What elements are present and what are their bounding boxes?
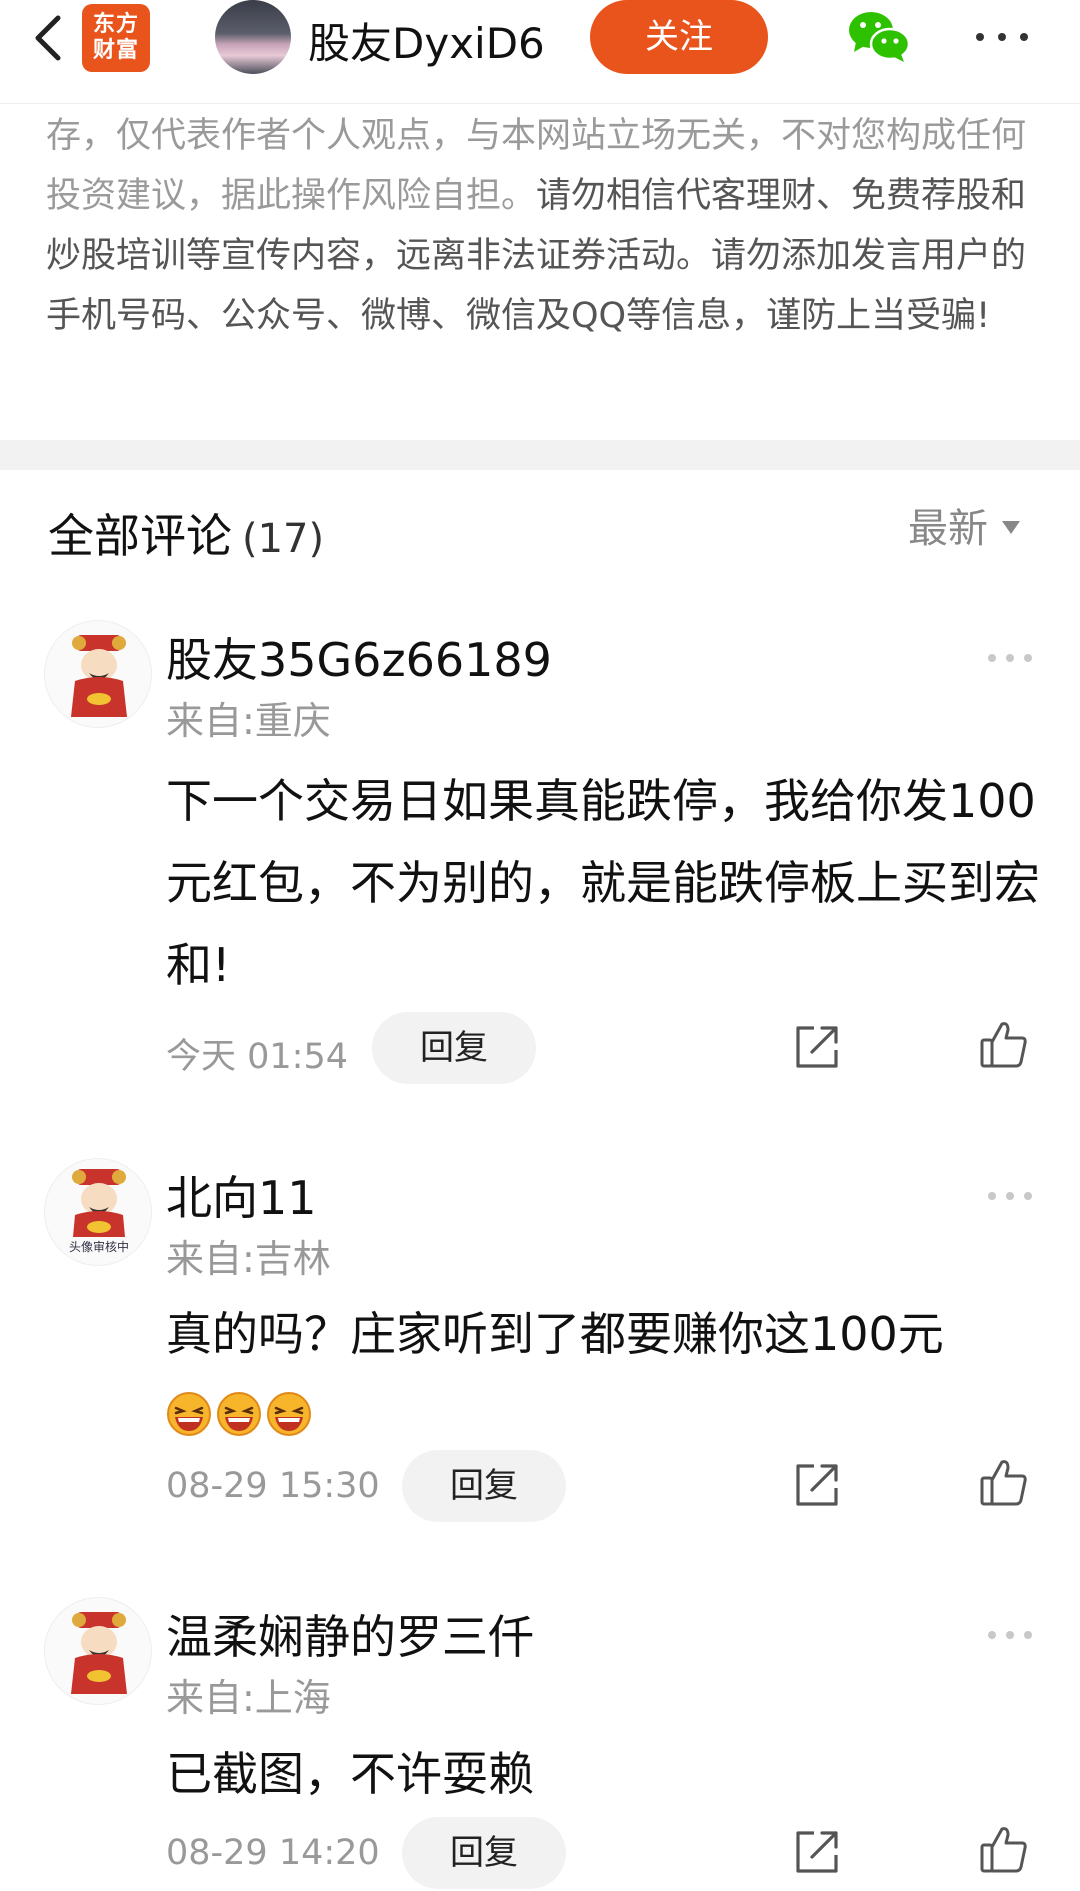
more-dot-icon [1006, 1192, 1014, 1200]
comment-author[interactable]: 股友35G6z66189 [166, 624, 552, 690]
comment-text: 下一个交易日如果真能跌停，我给你发100元红包，不为别的，就是能跌停板上买到宏和… [166, 774, 1040, 992]
comment-meta: 今天 01:54 回复 [166, 1012, 1046, 1086]
comment-author[interactable]: 温柔娴静的罗三仟 [166, 1601, 534, 1667]
comment-author[interactable]: 北向11 [166, 1162, 317, 1228]
avatar[interactable] [44, 1597, 152, 1705]
more-options-button[interactable] [972, 16, 1032, 56]
share-icon [796, 1831, 838, 1873]
like-button[interactable] [978, 1823, 1030, 1875]
reply-button[interactable]: 回复 [402, 1817, 566, 1889]
back-button[interactable] [18, 8, 78, 68]
caishen-avatar-icon [71, 1612, 127, 1694]
comment-location: 来自:上海 [166, 1676, 331, 1720]
more-dot-icon [988, 1631, 996, 1639]
author-avatar[interactable] [215, 0, 291, 74]
more-dot-icon [976, 33, 984, 41]
comment-item: 头像审核中 北向11 来自:吉林 真的吗？庄家听到了都要赚你这100元 08-2… [0, 1158, 1080, 1538]
comment-meta: 08-29 14:20 回复 [166, 1817, 1046, 1891]
comment-time: 今天 01:54 [166, 1037, 348, 1077]
more-dot-icon [1024, 1192, 1032, 1200]
wechat-icon [849, 12, 911, 62]
more-dot-icon [988, 1192, 996, 1200]
reply-button[interactable]: 回复 [372, 1012, 536, 1084]
share-button[interactable] [792, 1460, 842, 1510]
top-bar: 东方 财富 股友DyxiD6 关注 [0, 0, 1080, 104]
comment-time: 08-29 15:30 [166, 1466, 380, 1506]
comment-more-button[interactable] [986, 1627, 1034, 1643]
share-button[interactable] [792, 1827, 842, 1877]
comment-meta: 08-29 15:30 回复 [166, 1450, 1046, 1524]
wechat-share-button[interactable] [846, 8, 912, 64]
comment-time: 08-29 14:20 [166, 1833, 380, 1873]
sort-dropdown[interactable]: 最新 [908, 496, 1020, 554]
section-divider [0, 440, 1080, 470]
comment-text: 真的吗？庄家听到了都要赚你这100元 [166, 1296, 1046, 1448]
like-button[interactable] [978, 1456, 1030, 1508]
thumbs-up-icon [980, 1022, 1027, 1068]
app-logo[interactable]: 东方 财富 [82, 4, 150, 72]
more-dot-icon [998, 33, 1006, 41]
more-dot-icon [1024, 654, 1032, 662]
comment-more-button[interactable] [986, 1188, 1034, 1204]
more-dot-icon [1024, 1631, 1032, 1639]
follow-button[interactable]: 关注 [590, 0, 768, 74]
comment-location: 来自:吉林 [166, 1237, 331, 1281]
author-name[interactable]: 股友DyxiD6 [308, 10, 545, 71]
more-dot-icon [1020, 33, 1028, 41]
thumbs-up-icon [980, 1827, 1027, 1873]
caret-down-icon [1002, 520, 1020, 534]
laughing-emoji-icon [217, 1391, 261, 1436]
reply-button[interactable]: 回复 [402, 1450, 566, 1522]
laughing-emoji-icon [267, 1391, 311, 1436]
comments-count: (17) [242, 516, 325, 562]
more-dot-icon [988, 654, 996, 662]
avatar[interactable]: 头像审核中 [44, 1158, 152, 1266]
risk-disclaimer: 存，仅代表作者个人观点，与本网站立场无关，不对您构成任何投资建议，据此操作风险自… [46, 106, 1036, 346]
avatar[interactable] [44, 620, 152, 728]
laughing-emoji-icon [167, 1391, 211, 1436]
emoji-row [166, 1372, 1046, 1448]
more-dot-icon [1006, 654, 1014, 662]
caishen-avatar-icon [71, 635, 127, 717]
comment-text-body: 真的吗？庄家听到了都要赚你这100元 [166, 1307, 944, 1361]
more-dot-icon [1006, 1631, 1014, 1639]
comment-text: 已截图，不许耍赖 [166, 1747, 534, 1801]
avatar-caption: 头像审核中 [69, 1239, 129, 1254]
comment-more-button[interactable] [986, 650, 1034, 666]
comments-title: 全部评论 (17) [48, 509, 325, 563]
comment-item: 温柔娴静的罗三仟 来自:上海 已截图，不许耍赖 08-29 14:20 回复 [0, 1597, 1080, 1891]
comment-location: 来自:重庆 [166, 699, 331, 743]
share-button[interactable] [792, 1022, 842, 1072]
comment-item: 股友35G6z66189 来自:重庆 下一个交易日如果真能跌停，我给你发100元… [0, 620, 1080, 1090]
share-icon [796, 1026, 838, 1068]
like-button[interactable] [978, 1018, 1030, 1070]
caishen-avatar-icon: 头像审核中 [69, 1169, 129, 1254]
chevron-left-icon [35, 15, 61, 61]
share-icon [796, 1464, 838, 1506]
thumbs-up-icon [980, 1460, 1027, 1506]
